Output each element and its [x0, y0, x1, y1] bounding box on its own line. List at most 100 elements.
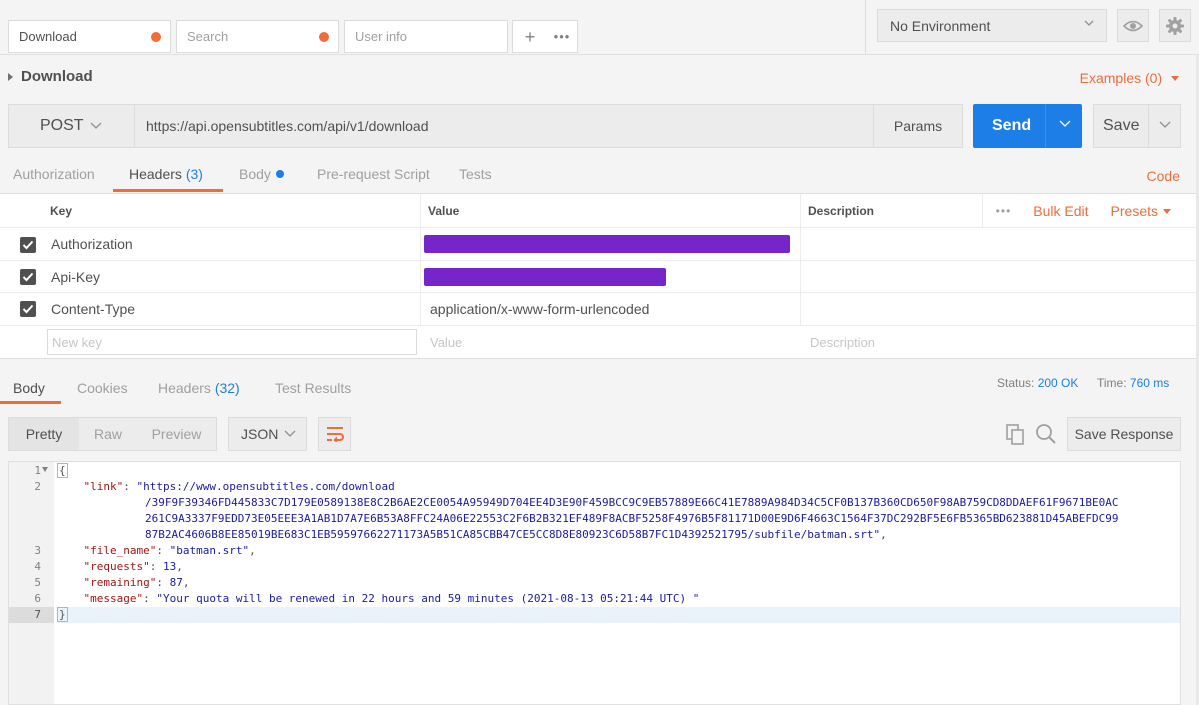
column-divider	[420, 194, 421, 227]
column-divider	[800, 194, 801, 227]
save-response-button[interactable]: Save Response	[1067, 417, 1181, 451]
response-editor[interactable]: 1 2 3 4 5 6 7 { "link": "https://www.ope…	[8, 461, 1181, 705]
code-link[interactable]: Code	[1147, 168, 1180, 184]
tab-label: Body	[239, 166, 271, 182]
header-key[interactable]: Content-Type	[51, 293, 135, 325]
new-key-input[interactable]	[47, 329, 417, 355]
method-select[interactable]: POST	[8, 104, 135, 148]
caret-down-icon	[1163, 209, 1171, 214]
view-mode-group: Pretty Raw Preview	[8, 417, 217, 451]
active-tab-indicator	[0, 401, 61, 404]
preview-button[interactable]: Preview	[137, 418, 216, 450]
checkbox-icon[interactable]	[20, 301, 36, 317]
line-number: 3	[34, 544, 41, 557]
wrap-lines-icon	[326, 427, 344, 442]
pretty-button[interactable]: Pretty	[9, 418, 79, 450]
tab-label: Headers	[158, 380, 211, 396]
code-line: "link": "https://www.opensubtitles.com/d…	[83, 480, 395, 493]
request-tab-search[interactable]: Search	[176, 20, 339, 53]
response-tab-body[interactable]: Body	[13, 380, 45, 396]
redacted-value[interactable]	[424, 268, 666, 286]
save-label: Save	[1103, 117, 1140, 134]
wrap-lines-button[interactable]	[318, 417, 351, 451]
eye-button[interactable]	[1117, 9, 1149, 42]
examples-dropdown[interactable]: Examples (0)	[1080, 70, 1179, 86]
column-divider	[420, 228, 421, 260]
chevron-down-icon[interactable]	[1059, 120, 1071, 128]
header-value[interactable]: application/x-www-form-urlencoded	[430, 293, 649, 325]
more-icon[interactable]: •••	[547, 29, 577, 44]
tab-label: Search	[187, 29, 229, 44]
response-tab-cookies[interactable]: Cookies	[77, 380, 128, 396]
settings-button[interactable]	[1159, 9, 1191, 42]
code-line-wrap: 87B2AC4606B8EE85019BE683C1EB595976622711…	[145, 528, 887, 541]
tab-headers[interactable]: Headers (3)	[129, 166, 203, 182]
header-key[interactable]: Authorization	[51, 228, 133, 260]
format-select[interactable]: JSON	[228, 417, 307, 451]
checkbox-icon[interactable]	[20, 237, 36, 253]
url-input[interactable]: https://api.opensubtitles.com/api/v1/dow…	[135, 104, 874, 148]
new-header-row: Value Description	[0, 326, 1199, 359]
chevron-down-icon	[90, 122, 102, 129]
tab-label: Cookies	[77, 380, 128, 396]
new-description-input[interactable]: Description	[810, 326, 875, 359]
divider	[1148, 105, 1149, 147]
code-line: "file_name": "batman.srt",	[83, 544, 256, 557]
tab-authorization[interactable]: Authorization	[13, 166, 95, 182]
code-line: "message": "Your quota will be renewed i…	[83, 592, 700, 605]
table-row: Api-Key	[0, 261, 1199, 293]
json-string: "https://www.opensubtitles.com/download	[136, 480, 395, 493]
send-button[interactable]: Send	[973, 104, 1082, 148]
method-label: POST	[40, 117, 84, 134]
tab-label: Download	[19, 29, 77, 44]
line-number: 4	[34, 560, 41, 573]
redacted-value[interactable]	[424, 235, 790, 253]
copy-icon[interactable]	[1003, 422, 1027, 446]
request-title[interactable]: Download	[8, 68, 93, 85]
tab-label: Pre-request Script	[317, 166, 430, 182]
presets-label: Presets	[1110, 203, 1158, 219]
table-actions: ••• Bulk Edit Presets	[996, 194, 1171, 228]
time-label: Time:	[1097, 376, 1127, 390]
unsaved-dot-icon	[151, 32, 161, 42]
header-key[interactable]: Api-Key	[51, 261, 100, 292]
save-button[interactable]: Save	[1093, 104, 1181, 148]
plus-icon[interactable]: +	[513, 22, 547, 52]
json-string: "batman.srt"	[169, 544, 250, 557]
modified-dot-icon	[275, 170, 284, 178]
raw-button[interactable]: Raw	[79, 418, 137, 450]
params-label: Params	[893, 118, 943, 134]
time-value: 760 ms	[1129, 376, 1170, 390]
presets-dropdown[interactable]: Presets	[1111, 203, 1171, 219]
column-divider	[800, 293, 801, 325]
more-icon[interactable]: •••	[996, 204, 1012, 218]
response-tab-headers[interactable]: Headers (32)	[158, 380, 240, 396]
request-tab-download[interactable]: Download	[8, 20, 171, 53]
gear-icon	[1166, 16, 1184, 35]
examples-label: Examples (0)	[1079, 70, 1163, 86]
code-line: {	[57, 463, 1180, 479]
tab-bar: Download Search User info + ••• No Envir…	[0, 0, 1199, 55]
response-time: Time: 760 ms	[1097, 376, 1169, 390]
bulk-edit-link[interactable]: Bulk Edit	[1033, 203, 1088, 219]
fold-caret-icon[interactable]	[42, 467, 48, 472]
status-value: 200 OK	[1037, 376, 1079, 390]
table-row: Authorization	[0, 228, 1199, 261]
response-tab-test-results[interactable]: Test Results	[275, 380, 351, 396]
tab-body[interactable]: Body	[239, 166, 284, 182]
chevron-down-icon[interactable]	[1159, 121, 1171, 129]
unsaved-dot-icon	[319, 32, 329, 42]
json-key: "remaining"	[83, 576, 157, 589]
new-value-input[interactable]: Value	[430, 326, 462, 359]
json-number: 13	[162, 560, 177, 573]
search-icon[interactable]	[1034, 422, 1058, 446]
environment-select[interactable]: No Environment	[877, 9, 1107, 42]
tab-prerequest-script[interactable]: Pre-request Script	[317, 166, 430, 182]
params-button[interactable]: Params	[873, 104, 963, 148]
request-tab-user-info[interactable]: User info	[344, 20, 508, 53]
environment-label: No Environment	[890, 17, 991, 34]
tab-tests[interactable]: Tests	[459, 166, 492, 182]
checkbox-icon[interactable]	[20, 269, 36, 285]
column-divider	[800, 261, 801, 292]
send-label: Send	[992, 117, 1032, 134]
